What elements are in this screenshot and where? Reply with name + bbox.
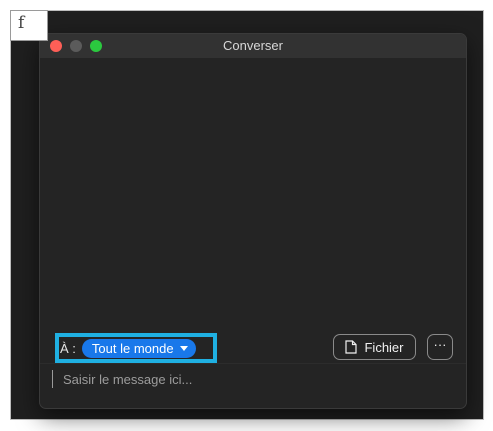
to-label: À : (60, 341, 76, 356)
window-title: Converser (223, 38, 283, 53)
file-button-label: Fichier (364, 339, 404, 355)
text-cursor (52, 370, 53, 388)
chevron-down-icon (179, 346, 188, 351)
recipient-label: Tout le monde (91, 341, 174, 356)
divider (40, 363, 466, 364)
title-bar: Converser (40, 34, 466, 58)
recipient-row: À : Tout le monde (60, 339, 196, 358)
message-input-area (52, 369, 452, 389)
file-icon (345, 340, 358, 354)
more-options-button[interactable]: ··· (427, 334, 453, 360)
message-input[interactable] (63, 371, 423, 387)
file-button[interactable]: Fichier (333, 334, 416, 360)
step-label: f (10, 10, 48, 41)
recipient-dropdown[interactable]: Tout le monde (81, 339, 196, 358)
